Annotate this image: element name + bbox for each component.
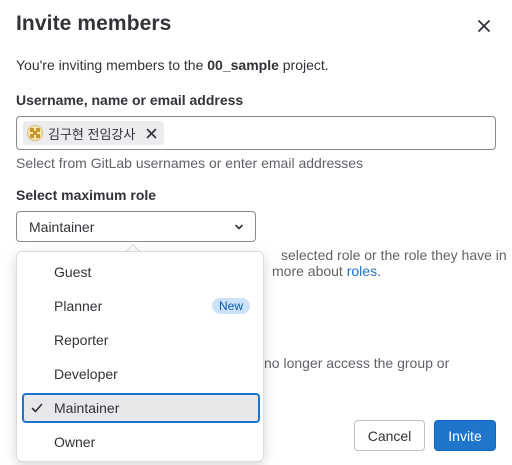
avatar (27, 125, 43, 141)
remove-token-button[interactable] (144, 126, 158, 140)
role-option-maintainer[interactable]: Maintainer (22, 393, 260, 423)
role-help-line1: selected role or the role they have in (281, 247, 507, 263)
member-token-label: 김구현 전임강사 (48, 126, 136, 142)
role-option-owner[interactable]: Owner (22, 427, 260, 457)
intro-prefix: You're inviting members to the (16, 57, 208, 73)
role-help-line2: more about roles. (272, 263, 381, 279)
role-select-value: Maintainer (29, 218, 95, 235)
members-token-input[interactable]: 김구현 전임강사 (16, 116, 496, 150)
roles-link[interactable]: roles (347, 263, 377, 279)
chevron-down-icon (235, 224, 243, 230)
project-name: 00_sample (207, 57, 279, 73)
role-option-label: Maintainer (54, 400, 120, 416)
role-select[interactable]: Maintainer (16, 211, 256, 242)
new-badge: New (211, 298, 250, 314)
role-option-reporter[interactable]: Reporter (22, 325, 260, 355)
role-option-label: Guest (54, 264, 92, 280)
member-token: 김구현 전임강사 (23, 121, 165, 145)
role-option-planner[interactable]: Planner New (22, 291, 260, 321)
invite-members-modal: Invite members You're inviting members t… (0, 0, 512, 465)
intro-suffix: project. (278, 57, 329, 73)
close-icon (146, 128, 157, 138)
close-icon (478, 20, 490, 32)
role-option-developer[interactable]: Developer (22, 359, 260, 389)
intro-text: You're inviting members to the 00_sample… (16, 57, 329, 73)
role-label: Select maximum role (16, 187, 157, 203)
role-option-label: Developer (54, 366, 118, 382)
close-button[interactable] (470, 12, 498, 40)
role-dropdown: Guest Planner New Reporter Developer Mai… (16, 251, 264, 462)
role-help-line2-end: . (377, 263, 381, 279)
check-icon (31, 403, 43, 413)
invite-button[interactable]: Invite (434, 420, 496, 451)
cancel-button[interactable]: Cancel (354, 420, 425, 451)
role-help-line2-text: more about (272, 263, 347, 279)
role-option-label: Reporter (54, 332, 109, 348)
role-option-label: Owner (54, 434, 96, 450)
role-help-line3: no longer access the group or (264, 355, 450, 371)
modal-title: Invite members (16, 12, 172, 35)
username-help: Select from GitLab usernames or enter em… (16, 155, 364, 171)
role-option-guest[interactable]: Guest (22, 257, 260, 287)
username-label: Username, name or email address (16, 92, 244, 108)
role-option-label: Planner (54, 298, 103, 314)
